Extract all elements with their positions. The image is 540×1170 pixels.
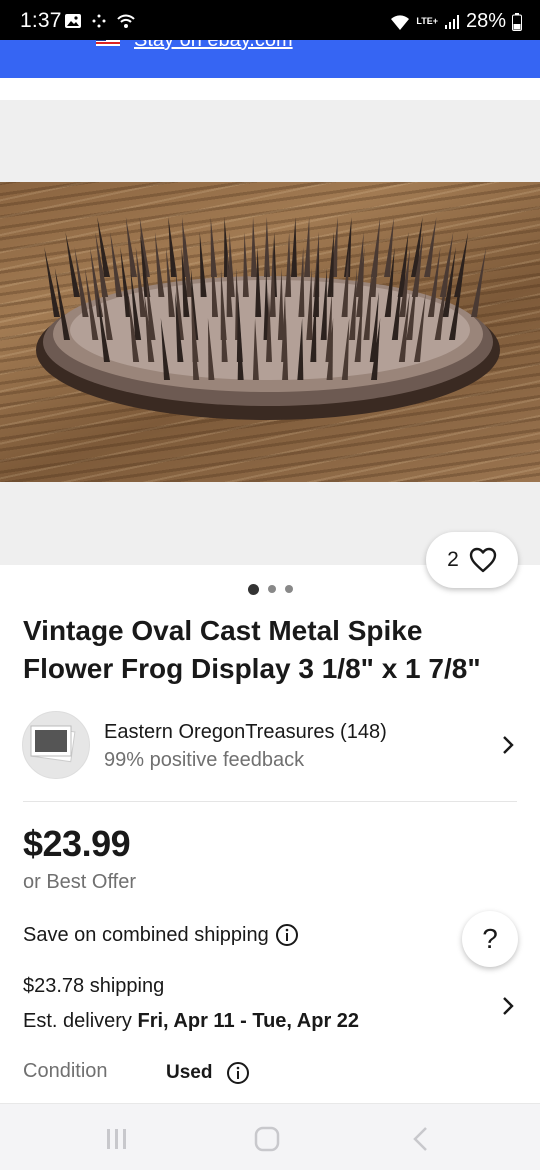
info-icon[interactable] <box>226 1061 250 1085</box>
condition-value-group: Used <box>166 1061 250 1085</box>
section-divider <box>23 801 517 802</box>
status-bar: 1:37 LTE+ 28% <box>0 0 540 40</box>
chevron-right-icon <box>503 736 514 754</box>
condition-value: Used <box>166 1062 213 1083</box>
best-offer-text: or Best Offer <box>23 871 137 893</box>
condition-label: Condition <box>23 1060 108 1082</box>
status-time: 1:37 <box>20 9 62 32</box>
watch-count: 2 <box>447 548 459 571</box>
stay-on-ebay-link[interactable]: Stay on ebay.com <box>134 40 293 52</box>
spike <box>304 217 310 277</box>
spike <box>210 217 217 277</box>
battery-percent: 28% <box>465 10 506 32</box>
shipping-cost: $23.78 shipping <box>23 975 165 997</box>
help-button[interactable]: ? <box>462 911 518 967</box>
spike <box>454 232 469 297</box>
spike <box>285 232 292 297</box>
spike <box>471 247 487 317</box>
stay-on-ebay-banner[interactable]: Stay on ebay.com <box>0 40 540 78</box>
estimated-delivery: Est. delivery Fri, Apr 11 - Tue, Apr 22 <box>23 1010 359 1033</box>
page-dot-1[interactable] <box>247 583 259 595</box>
product-photo[interactable] <box>0 182 540 482</box>
combined-shipping[interactable]: Save on combined shipping <box>23 923 299 947</box>
est-delivery-label: Est. delivery <box>23 1010 132 1032</box>
android-nav-bar <box>0 1103 540 1170</box>
battery-icon <box>512 12 522 31</box>
est-delivery-dates: Fri, Apr 11 - Tue, Apr 22 <box>137 1010 360 1032</box>
seller-name: Eastern OregonTreasures (148) <box>104 721 387 743</box>
spike <box>327 232 334 297</box>
wifi-icon <box>391 14 410 30</box>
spike <box>168 217 177 277</box>
seller-avatar <box>22 711 90 779</box>
seller-feedback: 99% positive feedback <box>104 749 305 771</box>
status-right: LTE+ 28% <box>390 10 522 33</box>
us-flag-icon <box>96 40 120 46</box>
heart-icon <box>469 547 497 573</box>
spike <box>110 232 123 297</box>
gallery-notification-icon <box>65 14 81 28</box>
info-icon[interactable] <box>275 923 299 947</box>
item-price: $23.99 <box>23 823 131 864</box>
back-icon[interactable] <box>408 1126 434 1152</box>
gallery-pagination[interactable] <box>0 583 540 595</box>
wifi-notification-icon <box>117 14 135 28</box>
photo-placeholder-icon <box>30 725 76 763</box>
network-type: LTE+ <box>416 16 438 26</box>
signal-icon <box>444 14 459 29</box>
page-dot-3[interactable] <box>284 585 293 593</box>
combined-shipping-label: Save on combined shipping <box>23 923 269 946</box>
spike <box>264 217 270 277</box>
spike <box>424 217 437 277</box>
spike <box>125 217 137 277</box>
help-question-mark: ? <box>482 923 498 954</box>
seller-row[interactable]: Eastern OregonTreasures (148) 99% positi… <box>0 704 540 786</box>
image-gallery[interactable] <box>0 100 540 565</box>
sparkle-notification-icon <box>92 14 106 28</box>
spike <box>242 232 249 297</box>
home-icon[interactable] <box>254 1126 280 1152</box>
flower-frog-illustration <box>36 217 500 420</box>
page-dot-2[interactable] <box>267 585 276 593</box>
spike <box>251 217 257 277</box>
spike <box>291 217 297 277</box>
notification-icons <box>64 12 136 30</box>
listing-title: Vintage Oval Cast Metal Spike Flower Fro… <box>23 615 481 684</box>
watch-button[interactable]: 2 <box>426 532 518 588</box>
recent-apps-icon[interactable] <box>104 1126 130 1152</box>
chevron-right-icon <box>503 997 514 1015</box>
shipping-row[interactable]: $23.78 shipping Est. delivery Fri, Apr 1… <box>0 970 540 1045</box>
